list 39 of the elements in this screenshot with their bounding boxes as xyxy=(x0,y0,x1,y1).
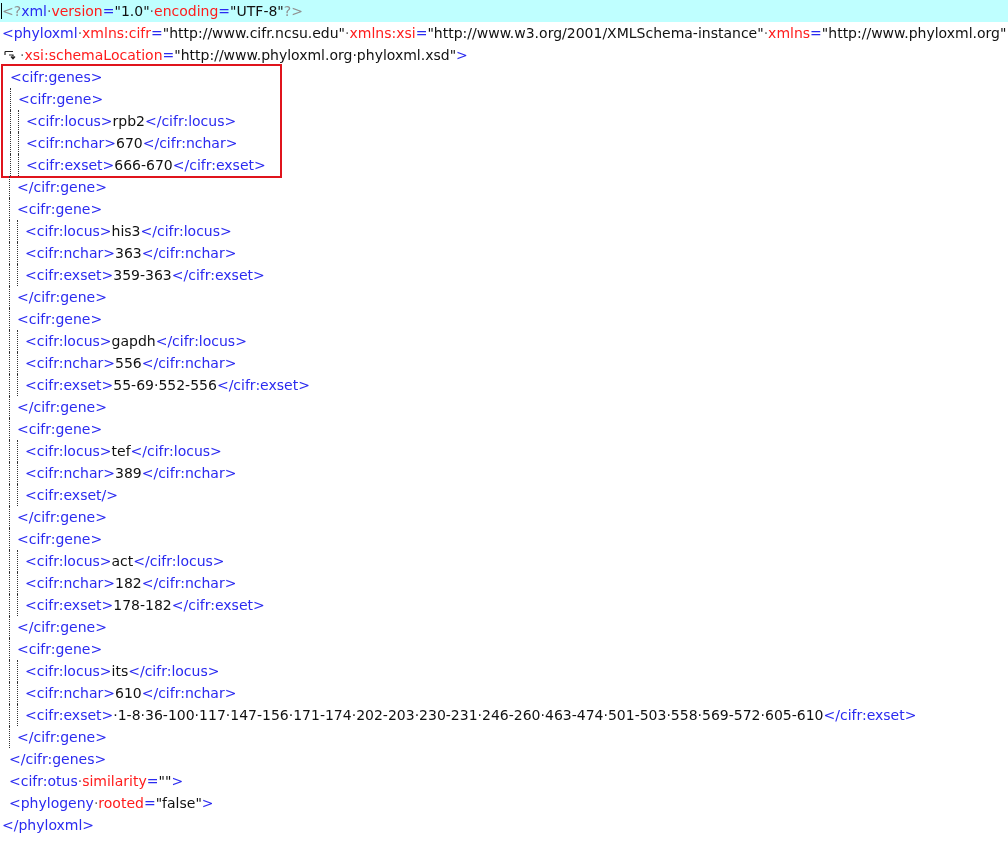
code-line: <cifr:nchar>610</cifr:nchar> xyxy=(25,684,237,703)
code-line: <phylogeny·rooted="false"> xyxy=(9,794,214,813)
code-line: <cifr:gene> xyxy=(17,530,103,549)
code-line: <cifr:exset>55-69·552-556</cifr:exset> xyxy=(25,376,310,395)
code-line: </cifr:gene> xyxy=(17,288,107,307)
code-line: <cifr:exset>666-670</cifr:exset> xyxy=(26,156,266,175)
code-line: <cifr:locus>its</cifr:locus> xyxy=(25,662,220,681)
code-line: </cifr:gene> xyxy=(17,728,107,747)
code-line: <cifr:nchar>556</cifr:nchar> xyxy=(25,354,237,373)
code-line: <cifr:locus>gapdh</cifr:locus> xyxy=(25,332,247,351)
code-line: </cifr:gene> xyxy=(17,618,107,637)
code-line: </cifr:gene> xyxy=(17,178,107,197)
code-line: </phyloxml> xyxy=(2,816,95,835)
code-line: <cifr:otus·similarity=""> xyxy=(9,772,184,791)
code-line: <cifr:gene> xyxy=(17,420,103,439)
code-line: <cifr:locus>act</cifr:locus> xyxy=(25,552,225,571)
code-line: <cifr:exset>359-363</cifr:exset> xyxy=(25,266,265,285)
code-line: <cifr:locus>rpb2</cifr:locus> xyxy=(26,112,237,131)
code-line: </cifr:gene> xyxy=(17,508,107,527)
code-line: <cifr:gene> xyxy=(17,200,103,219)
code-line: <cifr:exset>·1-8·36-100·117·147-156·171-174·202-203·230-231·246-260·463-474·501-503·558·569-572·605-610</cifr:exset> xyxy=(25,706,917,725)
line-wrap-icon xyxy=(4,50,16,60)
code-line: <cifr:nchar>182</cifr:nchar> xyxy=(25,574,237,593)
code-line: ·xsi:schemaLocation="http://www.phyloxml.org·phyloxml.xsd"> xyxy=(20,46,468,65)
code-line: <cifr:gene> xyxy=(17,640,103,659)
code-line: <cifr:locus>his3</cifr:locus> xyxy=(25,222,232,241)
code-line: <phyloxml·xmlns:cifr="http://www.cifr.ncsu.edu"·xmlns:xsi="http://www.w3.org/2001/XMLSchema-instance"·xmlns="http://www.phyloxml.org" xyxy=(2,24,1007,43)
code-line: <cifr:gene> xyxy=(17,310,103,329)
code-line: <cifr:gene> xyxy=(18,90,104,109)
code-line: <cifr:genes> xyxy=(10,68,103,87)
code-line: <cifr:nchar>363</cifr:nchar> xyxy=(25,244,237,263)
code-line: <cifr:nchar>670</cifr:nchar> xyxy=(26,134,238,153)
code-line: <?xml·version="1.0"·encoding="UTF-8"?> xyxy=(2,2,303,21)
code-line: <cifr:exset/> xyxy=(25,486,118,505)
code-line: <cifr:nchar>389</cifr:nchar> xyxy=(25,464,237,483)
code-line: </cifr:gene> xyxy=(17,398,107,417)
code-line: <cifr:locus>tef</cifr:locus> xyxy=(25,442,222,461)
code-line: </cifr:genes> xyxy=(9,750,107,769)
code-line: <cifr:exset>178-182</cifr:exset> xyxy=(25,596,265,615)
